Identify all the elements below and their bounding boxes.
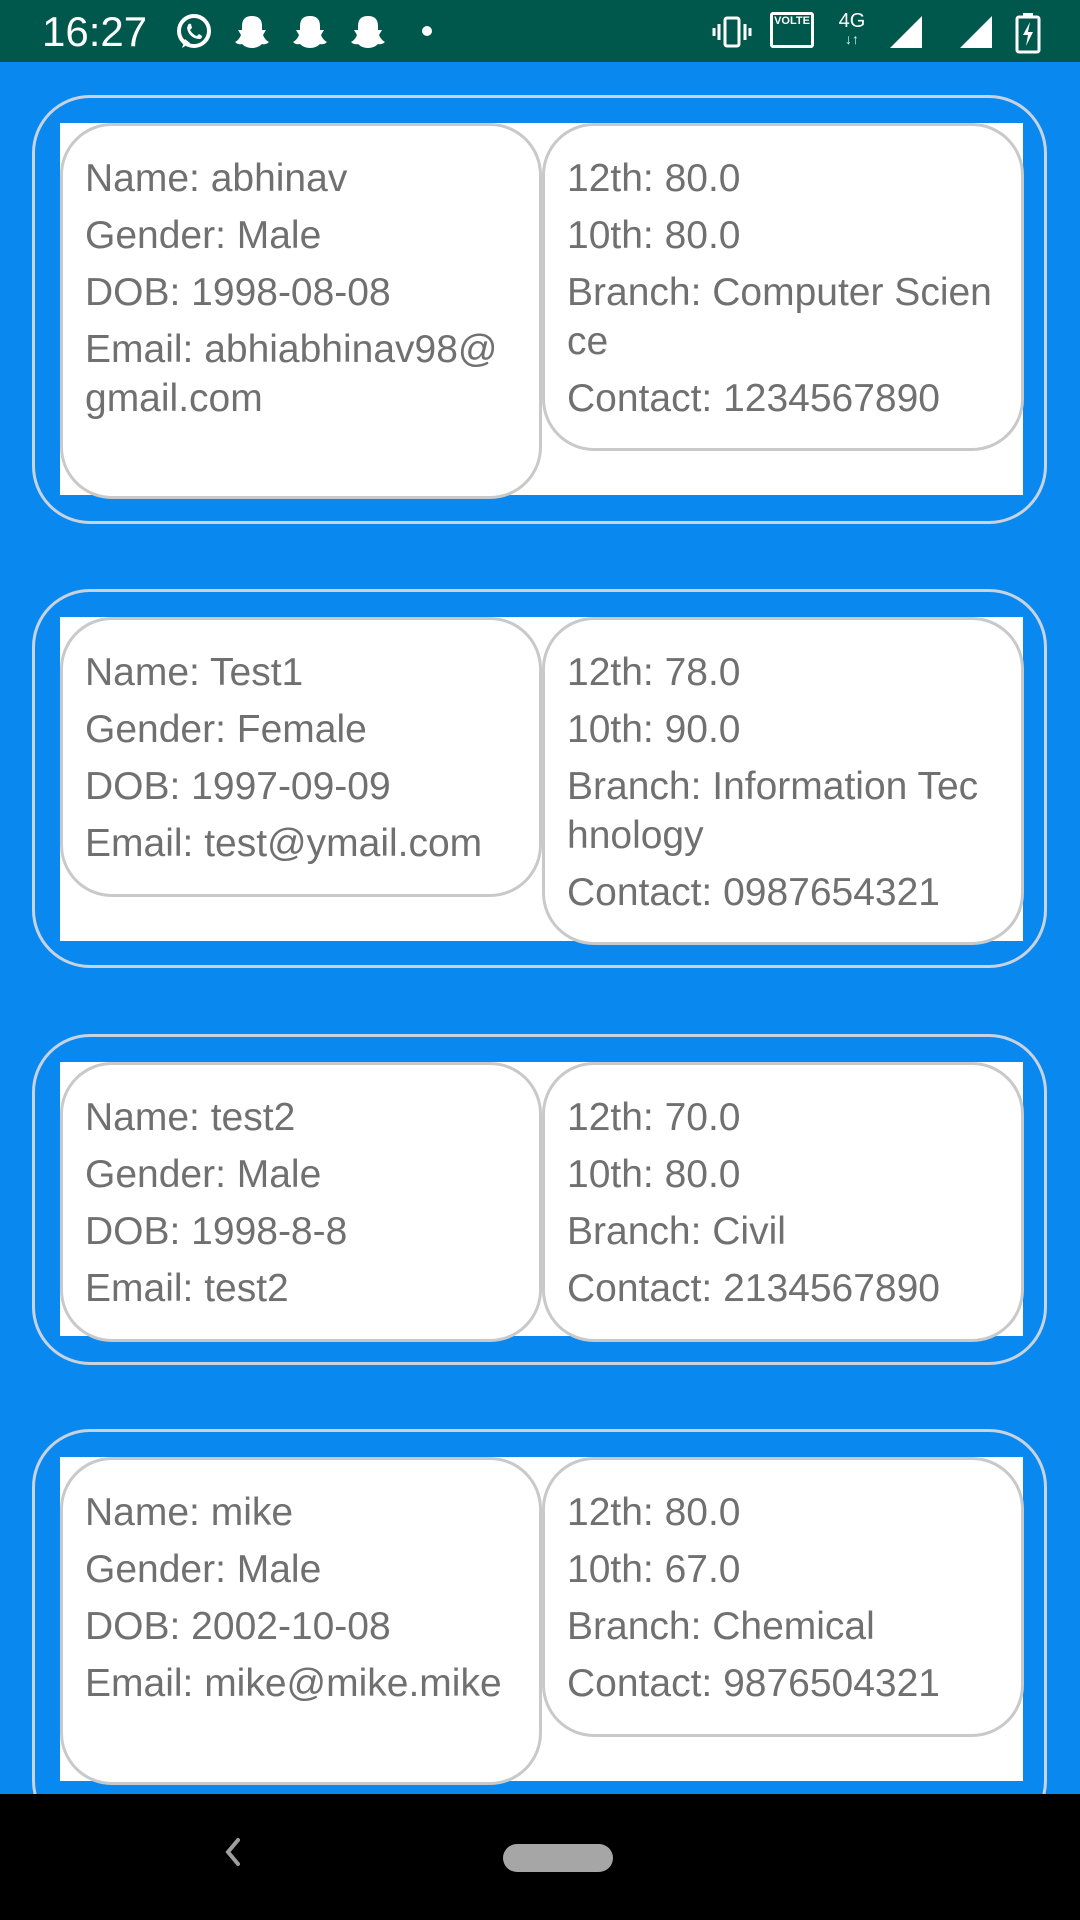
student-10th: 10th: 80.0 [567,214,741,257]
student-dob: DOB: 1998-08-08 [85,271,391,314]
student-12th: 12th: 80.0 [567,157,741,200]
volte-icon: VOLTE [770,12,814,48]
student-card-content: Name: test2 Gender: Male DOB: 1998-8-8 E… [60,1062,1024,1342]
student-gender: Gender: Male [85,1153,322,1196]
student-email: Email: mike@mike.mike [85,1662,502,1705]
network-label: 4G [838,10,866,32]
snapchat-icon [293,16,327,48]
academic-info-box: 12th: 80.0 10th: 80.0 Branch: Computer S… [542,123,1024,451]
status-time: 16:27 [42,8,148,55]
student-12th: 12th: 70.0 [567,1096,741,1139]
student-contact: Contact: 2134567890 [567,1267,940,1310]
student-card-content: Name: Test1 Gender: Female DOB: 1997-09-… [60,617,1024,945]
battery-charging-icon [1015,13,1041,54]
student-branch: Branch: Civil [567,1210,786,1253]
student-dob: DOB: 2002-10-08 [85,1605,391,1648]
student-contact: Contact: 0987654321 [567,871,940,914]
student-email: Email: abhiabhinav98@gmail.com [85,328,498,420]
student-dob: DOB: 1998-8-8 [85,1210,348,1253]
student-branch: Branch: Information Technology [567,765,979,857]
status-bar: 16:27 VOLTE 4G ↓↑ [0,0,1080,62]
student-email: Email: test@ymail.com [85,822,483,865]
student-email: Email: test2 [85,1267,289,1310]
student-name: Name: mike [85,1491,294,1534]
student-card-content: Name: mike Gender: Male DOB: 2002-10-08 … [60,1457,1024,1785]
student-10th: 10th: 90.0 [567,708,741,751]
signal-icon [890,16,922,48]
signal-icon [960,16,992,48]
academic-info-box: 12th: 70.0 10th: 80.0 Branch: Civil Cont… [542,1062,1024,1342]
snapchat-icon [235,16,269,48]
student-card[interactable]: Name: abhinav Gender: Male DOB: 1998-08-… [32,95,1047,524]
personal-info-box: Name: mike Gender: Male DOB: 2002-10-08 … [60,1457,542,1785]
student-contact: Contact: 1234567890 [567,377,940,420]
student-card-content: Name: abhinav Gender: Male DOB: 1998-08-… [60,123,1024,499]
student-gender: Gender: Female [85,708,367,751]
back-icon[interactable] [218,1830,248,1874]
student-dob: DOB: 1997-09-09 [85,765,391,808]
student-card[interactable]: Name: mike Gender: Male DOB: 2002-10-08 … [32,1429,1047,1794]
student-branch: Branch: Computer Science [567,271,992,363]
student-10th: 10th: 80.0 [567,1153,741,1196]
student-list[interactable]: Name: abhinav Gender: Male DOB: 1998-08-… [0,62,1080,1794]
student-name: Name: abhinav [85,157,348,200]
personal-info-box: Name: abhinav Gender: Male DOB: 1998-08-… [60,123,542,499]
personal-info-box: Name: Test1 Gender: Female DOB: 1997-09-… [60,617,542,897]
student-card[interactable]: Name: test2 Gender: Male DOB: 1998-8-8 E… [32,1034,1047,1365]
student-gender: Gender: Male [85,214,322,257]
student-card[interactable]: Name: Test1 Gender: Female DOB: 1997-09-… [32,589,1047,968]
notification-dot-icon [422,26,432,36]
student-10th: 10th: 67.0 [567,1548,741,1591]
personal-info-box: Name: test2 Gender: Male DOB: 1998-8-8 E… [60,1062,542,1342]
student-12th: 12th: 80.0 [567,1491,741,1534]
whatsapp-icon [177,14,211,48]
snapchat-icon [351,16,385,48]
volte-label: VOLTE [774,15,810,27]
student-gender: Gender: Male [85,1548,322,1591]
student-name: Name: test2 [85,1096,296,1139]
student-name: Name: Test1 [85,651,304,694]
network-type-icon: 4G ↓↑ [834,10,870,50]
academic-info-box: 12th: 78.0 10th: 90.0 Branch: Informatio… [542,617,1024,945]
home-pill-icon[interactable] [503,1844,613,1872]
student-12th: 12th: 78.0 [567,651,741,694]
student-contact: Contact: 9876504321 [567,1662,940,1705]
vibrate-icon [712,16,752,48]
academic-info-box: 12th: 80.0 10th: 67.0 Branch: Chemical C… [542,1457,1024,1737]
student-branch: Branch: Chemical [567,1605,875,1648]
